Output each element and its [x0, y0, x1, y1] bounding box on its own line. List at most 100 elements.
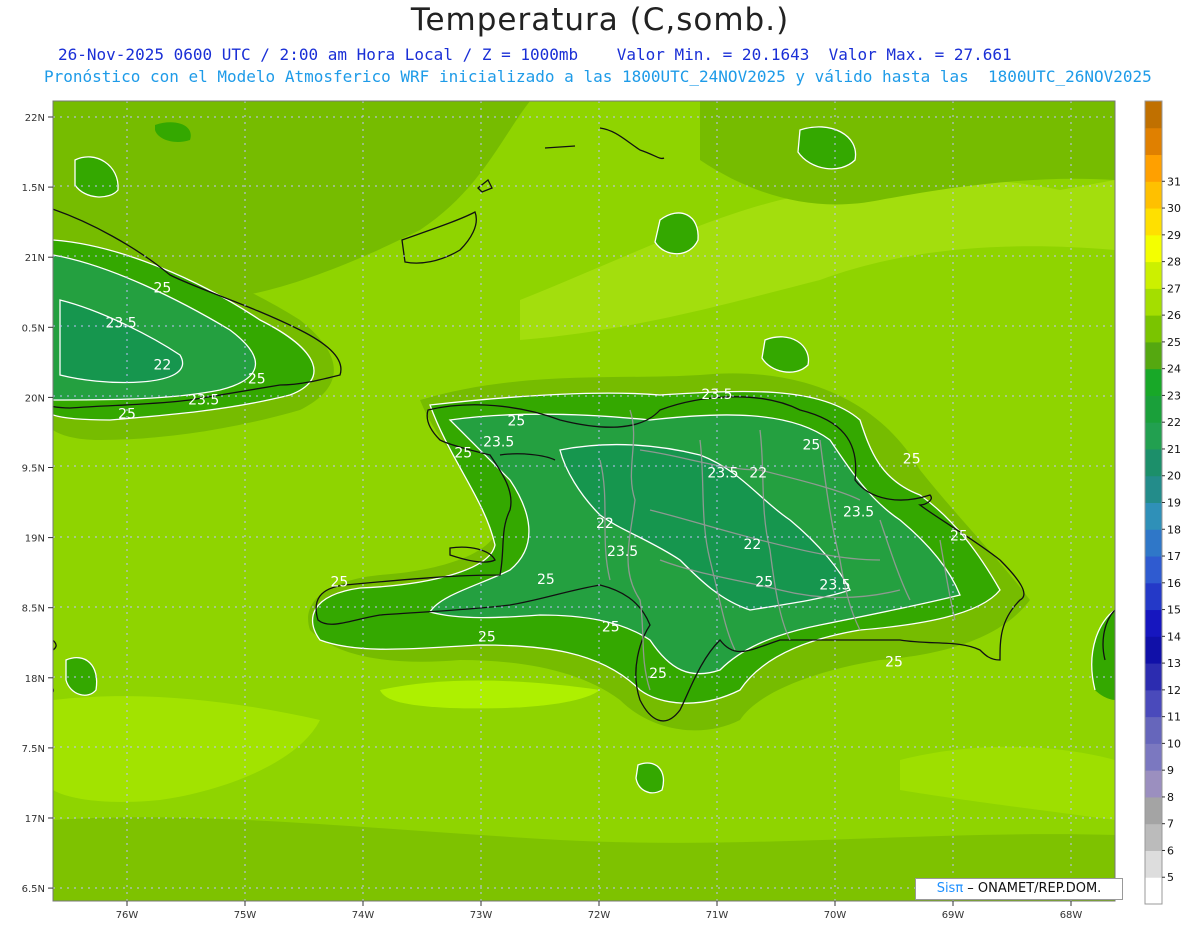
colorbar-swatch: [1145, 234, 1162, 263]
lon-tick-label: 71W: [706, 910, 729, 921]
colorbar-label: 22: [1167, 416, 1181, 429]
lat-tick-label: 6.5N: [22, 884, 45, 895]
colorbar-label: 19: [1167, 497, 1181, 510]
colorbar-label: 9: [1167, 764, 1174, 777]
colorbar-swatch: [1145, 716, 1162, 744]
colorbar-swatch: [1145, 689, 1162, 718]
lat-tick-label: 8.5N: [22, 604, 45, 615]
longitude-axis: 76W 75W 74W 73W 72W 71W 70W 69W 68W: [116, 901, 1083, 921]
lat-tick-label: 19N: [25, 534, 45, 545]
credit-box: Sisπ – ONAMET/REP.DOM.: [915, 878, 1123, 900]
colorbar-label: 12: [1167, 684, 1181, 697]
lon-tick-label: 76W: [116, 910, 139, 921]
colorbar-label: 14: [1167, 630, 1181, 643]
contour-label: 25: [950, 528, 968, 544]
contour-label: 23.5: [707, 465, 738, 481]
colorbar-label: 20: [1167, 470, 1181, 483]
colorbar-swatch: [1145, 556, 1162, 584]
colorbar-label: 31: [1167, 175, 1181, 188]
colorbar-swatch: [1145, 368, 1162, 396]
colorbar-label: 5: [1167, 871, 1174, 884]
contour-label: 25: [802, 437, 820, 453]
colorbar-swatch: [1145, 663, 1162, 691]
contour-label: 25: [454, 446, 472, 462]
lat-tick-label: 20N: [25, 393, 45, 404]
colorbar-label: 24: [1167, 363, 1181, 376]
colorbar-swatch: [1145, 502, 1162, 530]
contour-label: 22: [596, 516, 614, 532]
lon-tick-label: 75W: [234, 910, 257, 921]
colorbar-label: 26: [1167, 309, 1181, 322]
contour-label: 22: [153, 357, 171, 373]
lat-tick-label: 18N: [25, 674, 45, 685]
credit-org: – ONAMET/REP.DOM.: [963, 881, 1102, 896]
colorbar-swatch: [1145, 850, 1162, 878]
contour-label: 25: [903, 451, 921, 467]
latitude-axis: 22N 1.5N 21N 0.5N 20N 9.5N 19N 8.5N 18N 7.5N 17N 6.…: [22, 113, 53, 895]
colorbar-swatch: [1145, 395, 1162, 423]
colorbar-swatch: [1145, 529, 1162, 557]
colorbar-label: 15: [1167, 604, 1181, 617]
contour-label: 25: [153, 280, 171, 296]
colorbar-swatch: [1145, 341, 1162, 370]
contour-label: 23.5: [607, 544, 638, 560]
colorbar-label: 28: [1167, 256, 1181, 269]
temperature-map: 25 23.5 22 25 23.5 25 25 23.5 25 23.5 25 25 23.5 22 23…: [22, 100, 1181, 921]
colorbar-label: 11: [1167, 711, 1181, 724]
lat-tick-label: 9.5N: [22, 464, 45, 475]
contour-label: 25: [248, 371, 266, 387]
colorbar-label: 10: [1167, 737, 1181, 750]
lon-tick-label: 69W: [942, 910, 965, 921]
colorbar-swatch: [1145, 101, 1162, 129]
colorbar-label: 27: [1167, 282, 1181, 295]
colorbar-swatch: [1145, 181, 1162, 209]
colorbar-label: 21: [1167, 443, 1181, 456]
colorbar-swatch: [1145, 823, 1162, 851]
colorbar-label: 18: [1167, 523, 1181, 536]
colorbar-label: 23: [1167, 389, 1181, 402]
contour-label: 25: [755, 575, 773, 591]
lon-tick-label: 74W: [352, 910, 375, 921]
colorbar-swatch: [1145, 288, 1162, 316]
colorbar-swatch: [1145, 796, 1162, 825]
colorbar-swatch: [1145, 315, 1162, 343]
contour-label: 25: [885, 655, 903, 671]
lon-tick-label: 70W: [824, 910, 847, 921]
contour-label: 25: [649, 666, 667, 682]
contour-label: 23.5: [819, 577, 850, 593]
lat-tick-label: 7.5N: [22, 744, 45, 755]
contour-label: 23.5: [483, 434, 514, 450]
contour-label: 23.5: [106, 315, 137, 331]
contour-label: 23.5: [701, 387, 732, 403]
lat-tick-label: 17N: [25, 814, 45, 825]
contour-label: 25: [602, 620, 620, 636]
colorbar-label: 13: [1167, 657, 1181, 670]
colorbar-label: 7: [1167, 818, 1174, 831]
contour-label: 25: [330, 575, 348, 591]
colorbar-swatch: [1145, 475, 1162, 503]
colorbar-swatch: [1145, 609, 1162, 637]
lon-tick-label: 72W: [588, 910, 611, 921]
lat-tick-label: 21N: [25, 253, 45, 264]
colorbar-label: 30: [1167, 202, 1181, 215]
colorbar-swatch: [1145, 154, 1162, 182]
lon-tick-label: 68W: [1060, 910, 1083, 921]
colorbar-swatch: [1145, 636, 1162, 664]
colorbar-label: 16: [1167, 577, 1181, 590]
contour-label: 23.5: [188, 392, 219, 408]
colorbar-swatch: [1145, 208, 1162, 236]
colorbar-label: 6: [1167, 844, 1174, 857]
colorbar-label: 25: [1167, 336, 1181, 349]
contour-label: 22: [749, 465, 767, 481]
colorbar-swatch: [1145, 261, 1162, 289]
sispi-logo-text: Sisπ: [936, 881, 964, 896]
lat-tick-label: 0.5N: [22, 323, 45, 334]
contour-label: 25: [537, 572, 555, 588]
contour-label: 25: [478, 629, 496, 645]
lat-tick-label: 22N: [25, 113, 45, 124]
temperature-colorbar: 5 6 7 8 9 10 11 12 13 14 15 16 17 18 19 20 21 22 23 24 25 26 2…: [1144, 100, 1181, 905]
colorbar-swatch: [1145, 448, 1162, 477]
lat-tick-label: 1.5N: [22, 183, 45, 194]
colorbar-swatch: [1145, 582, 1162, 611]
contour-label: 25: [118, 406, 136, 422]
